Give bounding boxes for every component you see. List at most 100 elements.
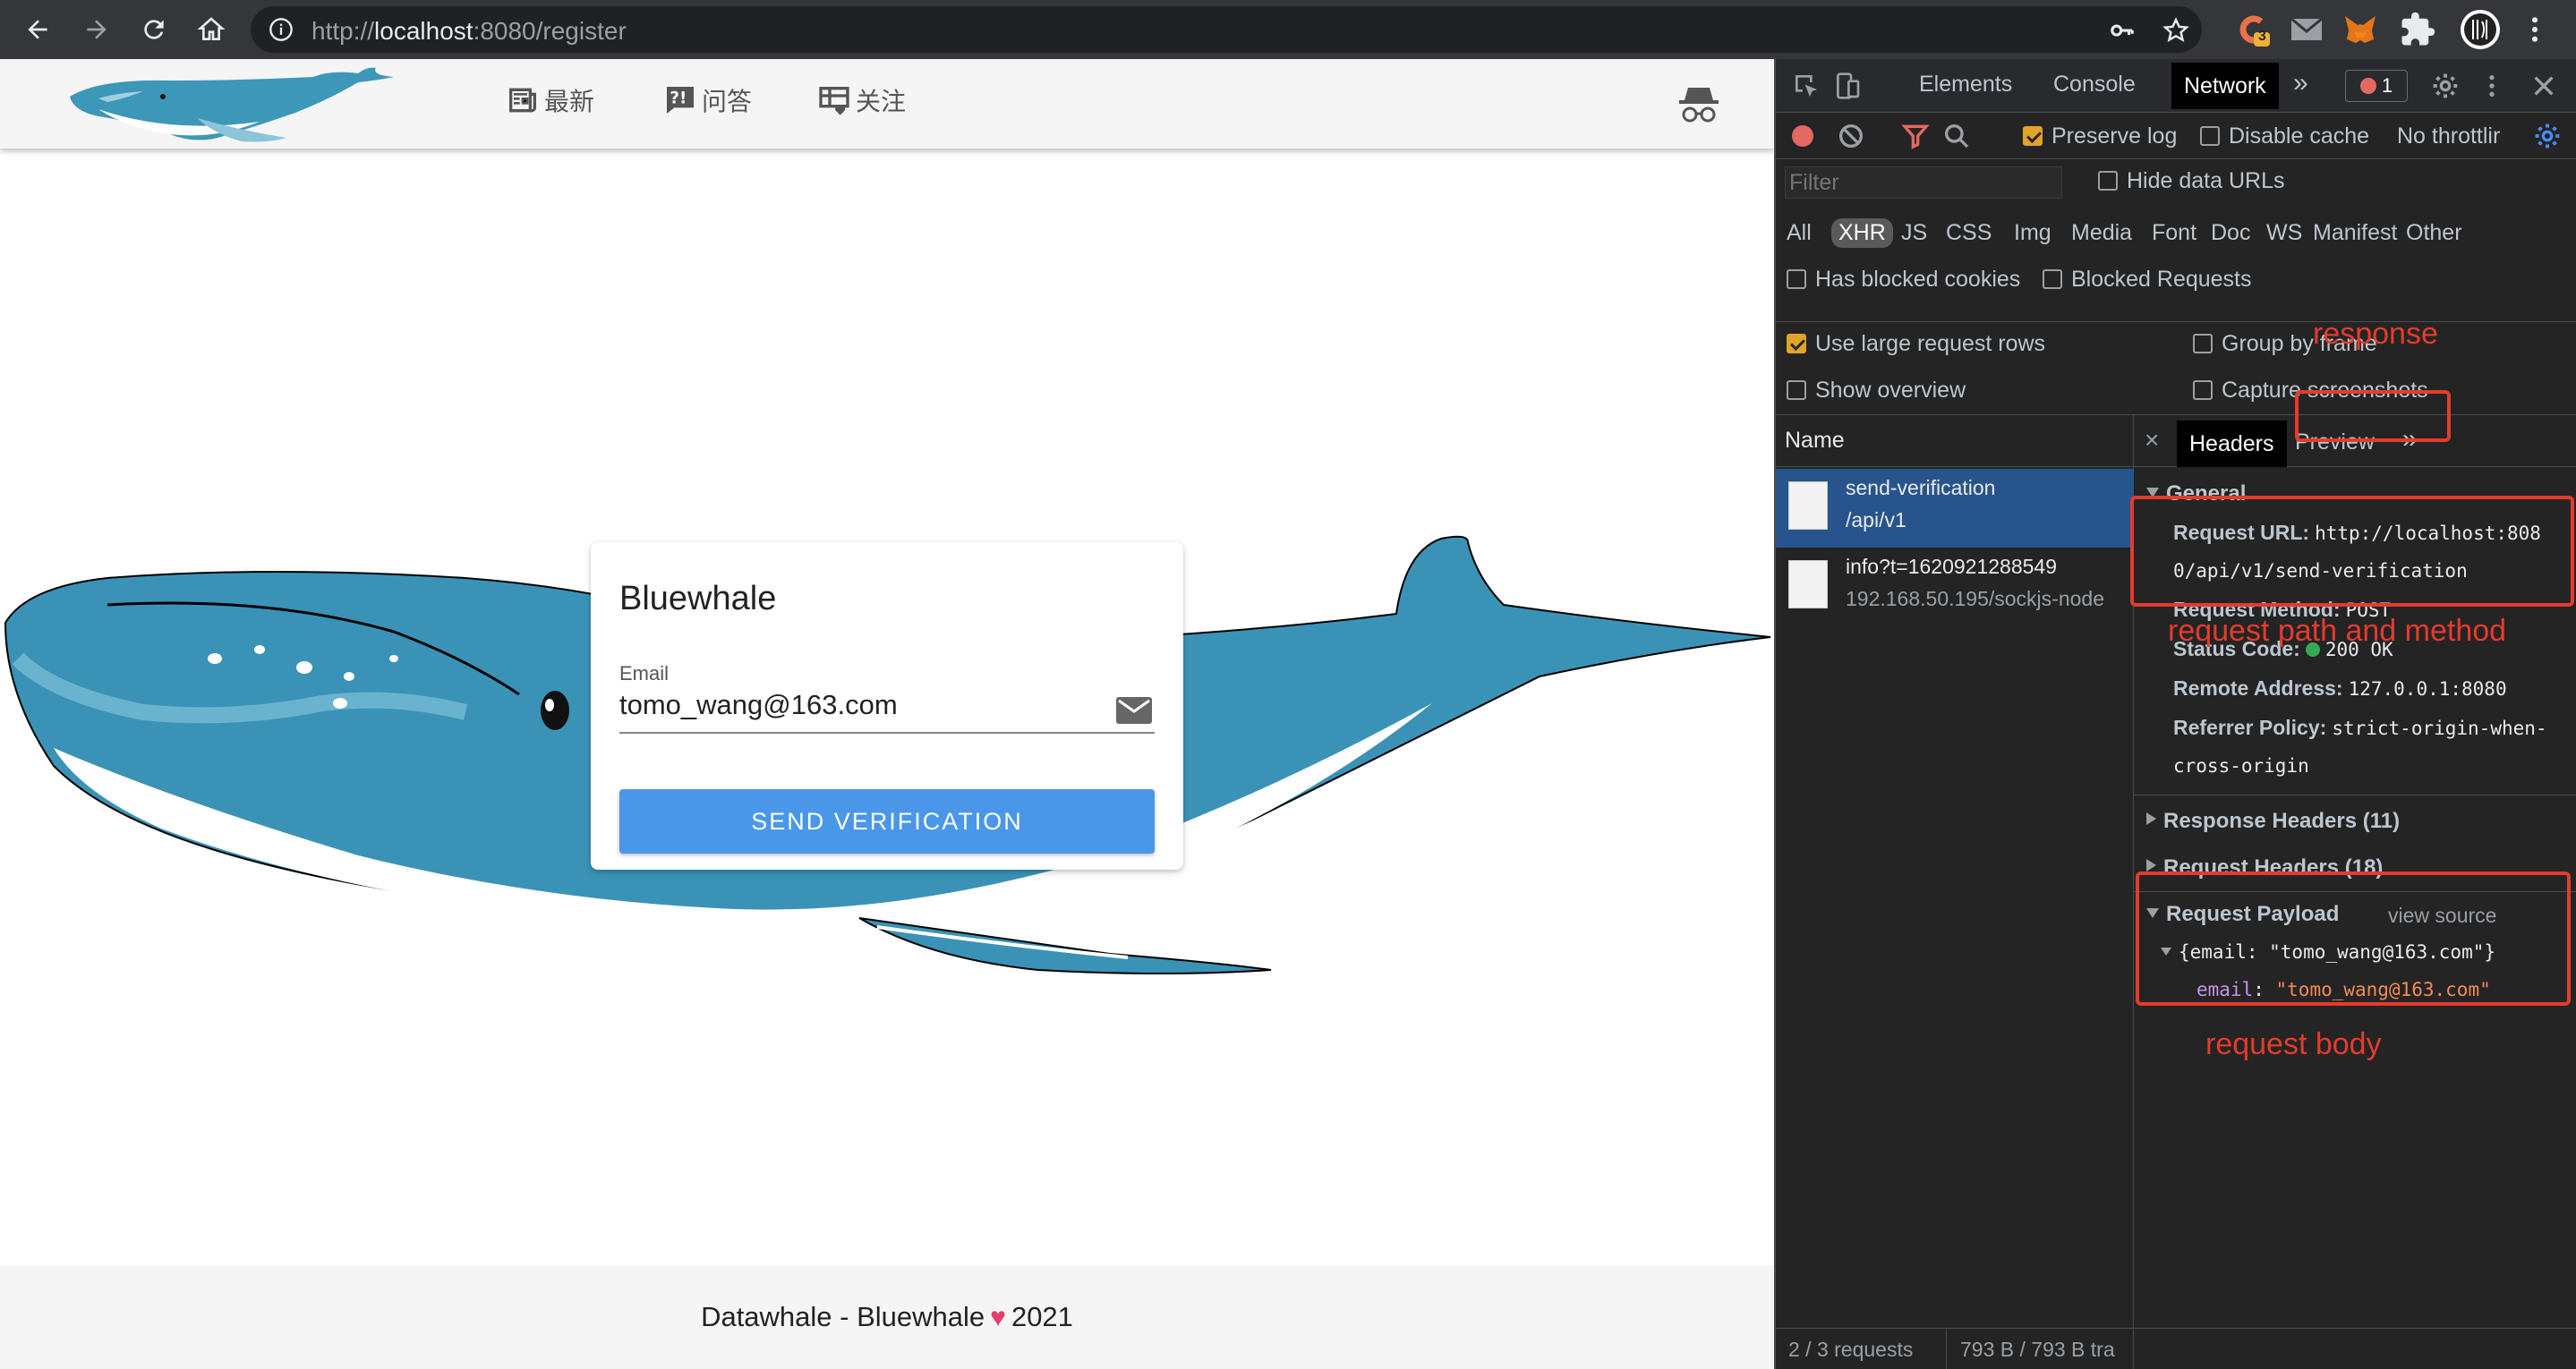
type-css[interactable]: CSS (1946, 220, 1992, 246)
type-img[interactable]: Img (2014, 220, 2051, 246)
kebab-menu-icon[interactable] (2478, 72, 2506, 100)
large-rows-checkbox[interactable]: Use large request rows (1787, 331, 2045, 357)
forward-button[interactable] (75, 8, 118, 51)
devtools-panel: Elements Console Network » 1 Preserve lo… (1774, 59, 2576, 1369)
back-button[interactable] (16, 8, 59, 51)
bluewhale-logo[interactable] (63, 63, 421, 149)
profile-avatar-icon[interactable] (2460, 9, 2501, 50)
response-annotation-box (2295, 390, 2451, 442)
follow-icon (819, 87, 849, 115)
close-detail-icon[interactable]: × (2145, 426, 2159, 455)
preserve-log-label: Preserve log (2051, 123, 2178, 149)
question-chat-icon: ?! (667, 87, 694, 114)
throttling-select[interactable]: No throttlir (2397, 123, 2500, 149)
checkbox-checked-icon (1787, 334, 1806, 353)
type-media[interactable]: Media (2071, 220, 2132, 246)
star-icon[interactable] (2162, 17, 2189, 44)
nav-qa[interactable]: ?! 问答 (662, 82, 752, 118)
has-blocked-cookies-label: Has blocked cookies (1815, 267, 2021, 292)
document-icon (1788, 481, 1828, 530)
tab-network[interactable]: Network (2171, 63, 2279, 109)
key-icon[interactable] (2109, 17, 2136, 44)
has-blocked-cookies-checkbox[interactable]: Has blocked cookies (1787, 267, 2020, 293)
show-overview-label: Show overview (1815, 378, 1966, 403)
nav-follow[interactable]: 关注 (816, 82, 906, 118)
type-js[interactable]: JS (1901, 220, 1927, 246)
device-toolbar-icon[interactable] (1833, 72, 1862, 100)
browser-menu-icon[interactable] (2521, 15, 2549, 44)
collapse-triangle-icon (2146, 812, 2156, 825)
disable-cache-checkbox[interactable]: Disable cache (2200, 123, 2369, 149)
request-path-annotation-box (2130, 496, 2574, 607)
error-count: 1 (2381, 74, 2393, 97)
network-status-bar: 2 / 3 requests 793 B / 793 B tra (1776, 1328, 2576, 1369)
request-list-header: Name (1776, 415, 2134, 467)
extension-button[interactable]: 3 (2234, 11, 2272, 48)
nav-latest-label: 最新 (544, 87, 595, 116)
type-all[interactable]: All (1787, 220, 1812, 246)
tab-elements[interactable]: Elements (1919, 72, 2012, 98)
type-font[interactable]: Font (2152, 220, 2196, 246)
request-body-annotation: request body (2205, 1027, 2382, 1061)
transferred-size: 793 B / 793 B tra (1960, 1338, 2115, 1361)
tab-console[interactable]: Console (2053, 72, 2136, 98)
request-path: 192.168.50.195/sockjs-node (1846, 587, 2104, 610)
filter-input[interactable] (1785, 166, 2062, 199)
type-ws[interactable]: WS (2266, 220, 2302, 246)
type-manifest[interactable]: Manifest (2313, 220, 2397, 246)
response-headers-toggle[interactable]: Response Headers (11) (2146, 809, 2400, 834)
email-input[interactable]: tomo_wang@163.com (619, 689, 898, 721)
record-icon[interactable] (1788, 122, 1817, 150)
clear-icon[interactable] (1837, 122, 1865, 150)
show-overview-checkbox[interactable]: Show overview (1787, 378, 1966, 404)
referrer-policy-value: strict-origin-when- (2332, 718, 2547, 739)
info-icon[interactable] (269, 17, 294, 42)
checkbox-icon (2043, 269, 2062, 289)
reload-button[interactable] (132, 8, 175, 51)
search-icon[interactable] (1942, 122, 1971, 150)
metamask-fox-icon[interactable] (2341, 11, 2379, 48)
type-doc[interactable]: Doc (2211, 220, 2250, 246)
error-count-badge[interactable]: 1 (2345, 70, 2408, 102)
type-other[interactable]: Other (2406, 220, 2462, 246)
heart-icon: ♥ (990, 1303, 1006, 1332)
url-text[interactable]: http://localhost:8080/register (311, 17, 627, 46)
checkbox-icon (2098, 171, 2118, 191)
site-header: 最新 ?! 问答 关注 (0, 59, 1774, 149)
nav-latest[interactable]: 最新 (505, 82, 594, 118)
request-row[interactable]: info?t=1620921288549 192.168.50.195/sock… (1776, 548, 2134, 626)
response-annotation: response (2313, 317, 2438, 351)
request-path: /api/v1 (1846, 508, 1906, 531)
inspect-element-icon[interactable] (1792, 72, 1821, 100)
more-tabs-button[interactable]: » (2293, 68, 2308, 98)
send-verification-button[interactable]: SEND VERIFICATION (619, 789, 1155, 854)
puzzle-extensions-icon[interactable] (2399, 11, 2436, 48)
tab-headers[interactable]: Headers (2177, 421, 2287, 467)
arrow-left-icon (28, 20, 47, 39)
address-bar[interactable]: http://localhost:8080/register (251, 6, 2202, 53)
collapse-triangle-icon (2146, 859, 2156, 872)
preserve-log-checkbox[interactable]: Preserve log (2023, 123, 2177, 149)
filter-funnel-icon[interactable] (1901, 122, 1930, 150)
devtools-tabbar: Elements Console Network » 1 (1776, 59, 2576, 113)
url-host: localhost (374, 17, 473, 45)
browser-toolbar: http://localhost:8080/register 3 (0, 0, 2576, 59)
type-xhr[interactable]: XHR (1831, 218, 1893, 248)
home-button[interactable] (190, 8, 233, 51)
close-devtools-icon[interactable] (2529, 72, 2558, 100)
network-settings-gear-icon[interactable] (2533, 122, 2562, 150)
request-row[interactable]: send-verification /api/v1 (1776, 469, 2134, 548)
hide-data-urls-label: Hide data URLs (2127, 168, 2285, 193)
checkbox-icon (1787, 380, 1806, 400)
footer-brand: Datawhale - Bluewhale (701, 1301, 985, 1332)
blocked-requests-checkbox[interactable]: Blocked Requests (2043, 267, 2252, 293)
hide-data-urls-checkbox[interactable]: Hide data URLs (2098, 168, 2284, 194)
request-list: Name send-verification /api/v1 info?t=16… (1776, 415, 2134, 1369)
home-icon (197, 17, 226, 40)
remote-address-key: Remote Address: (2173, 676, 2343, 700)
settings-gear-icon[interactable] (2431, 72, 2460, 100)
mail-extension-icon[interactable] (2288, 11, 2325, 48)
incognito-icon[interactable] (1677, 84, 1720, 123)
name-column-header[interactable]: Name (1785, 428, 1845, 454)
url-path: :8080/register (473, 17, 627, 45)
